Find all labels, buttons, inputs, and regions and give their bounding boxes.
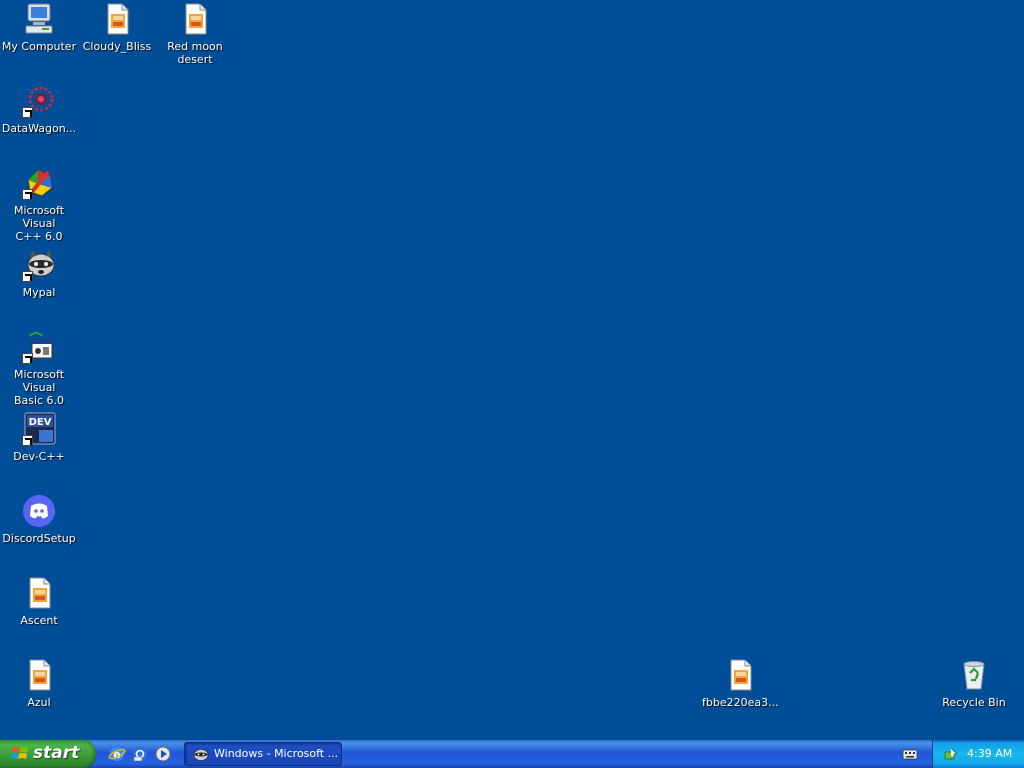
start-button[interactable]: start [0, 740, 96, 768]
icon-label: Microsoft Visual Basic 6.0 [13, 368, 65, 407]
icon-label: Red moon desert [167, 40, 223, 66]
desktop-icon-azul[interactable]: Azul [0, 658, 78, 709]
start-label: start [33, 743, 80, 763]
desktop: My Computer Cloudy_Bliss Red moon desert… [0, 0, 1024, 740]
visual-cpp-icon [22, 166, 56, 200]
image-file-icon [22, 576, 56, 610]
desktop-icon-mypal[interactable]: Mypal [0, 248, 78, 299]
icon-label: Azul [27, 696, 51, 709]
desktop-icon-visual-cpp[interactable]: Microsoft Visual C++ 6.0 [0, 166, 78, 243]
image-file-icon [100, 2, 134, 36]
shortcut-arrow-icon [22, 107, 33, 118]
desktop-icon-discord-setup[interactable]: DiscordSetup [0, 494, 78, 545]
desktop-icon-red-moon-desert[interactable]: Red moon desert [156, 2, 234, 66]
system-tray: 4:39 AM [932, 740, 1024, 768]
desktop-icon-visual-basic[interactable]: Microsoft Visual Basic 6.0 [0, 330, 78, 407]
shortcut-arrow-icon [22, 271, 33, 282]
icon-label: Microsoft Visual C++ 6.0 [13, 204, 65, 243]
task-button-label: Windows - Microsoft ... [214, 747, 339, 760]
icon-label: DiscordSetup [2, 532, 76, 545]
task-button-windows-explorer[interactable]: Windows - Microsoft ... [184, 742, 342, 766]
desktop-icon-datawagon[interactable]: DataWagon... [0, 84, 78, 135]
clock[interactable]: 4:39 AM [967, 747, 1012, 760]
icon-label: Mypal [22, 286, 56, 299]
icon-label: DataWagon... [1, 122, 77, 135]
visual-basic-icon [22, 330, 56, 364]
computer-icon [22, 2, 56, 36]
desktop-icon-fbbe220ea3[interactable]: fbbe220ea3... [701, 658, 779, 709]
desktop-icon-recycle-bin[interactable]: Recycle Bin [935, 658, 1013, 709]
image-file-icon [22, 658, 56, 692]
internet-explorer-icon[interactable]: e [108, 745, 126, 763]
outlook-express-icon[interactable] [131, 745, 149, 763]
windows-logo-icon [11, 747, 28, 759]
datawagon-icon [22, 84, 56, 118]
image-file-icon [178, 2, 212, 36]
discord-icon [22, 494, 56, 528]
svg-text:DEV: DEV [29, 417, 52, 428]
icon-label: Ascent [20, 614, 58, 627]
desktop-icon-dev-cpp[interactable]: DEV Dev-C++ [0, 412, 78, 463]
raccoon-icon [193, 749, 209, 761]
dev-cpp-icon: DEV [22, 412, 56, 446]
shortcut-arrow-icon [22, 189, 33, 200]
raccoon-icon [22, 248, 56, 282]
taskbar: start e Windows - Microsoft ... 4:39 AM [0, 740, 1024, 768]
desktop-icon-ascent[interactable]: Ascent [0, 576, 78, 627]
recycle-bin-icon [957, 658, 991, 692]
media-player-icon[interactable] [154, 745, 172, 763]
icon-label: Recycle Bin [942, 696, 1006, 709]
icon-label: fbbe220ea3... [702, 696, 779, 709]
keyboard-icon[interactable] [902, 747, 918, 761]
shortcut-arrow-icon [22, 353, 33, 364]
icon-label: My Computer [1, 40, 77, 53]
icon-label: Dev-C++ [13, 450, 65, 463]
image-file-icon [723, 658, 757, 692]
desktop-icon-my-computer[interactable]: My Computer [0, 2, 78, 53]
icon-label: Cloudy_Bliss [82, 40, 152, 53]
desktop-icon-cloudy-bliss[interactable]: Cloudy_Bliss [78, 2, 156, 53]
shortcut-arrow-icon [22, 435, 33, 446]
safely-remove-hardware-icon[interactable] [943, 746, 959, 762]
